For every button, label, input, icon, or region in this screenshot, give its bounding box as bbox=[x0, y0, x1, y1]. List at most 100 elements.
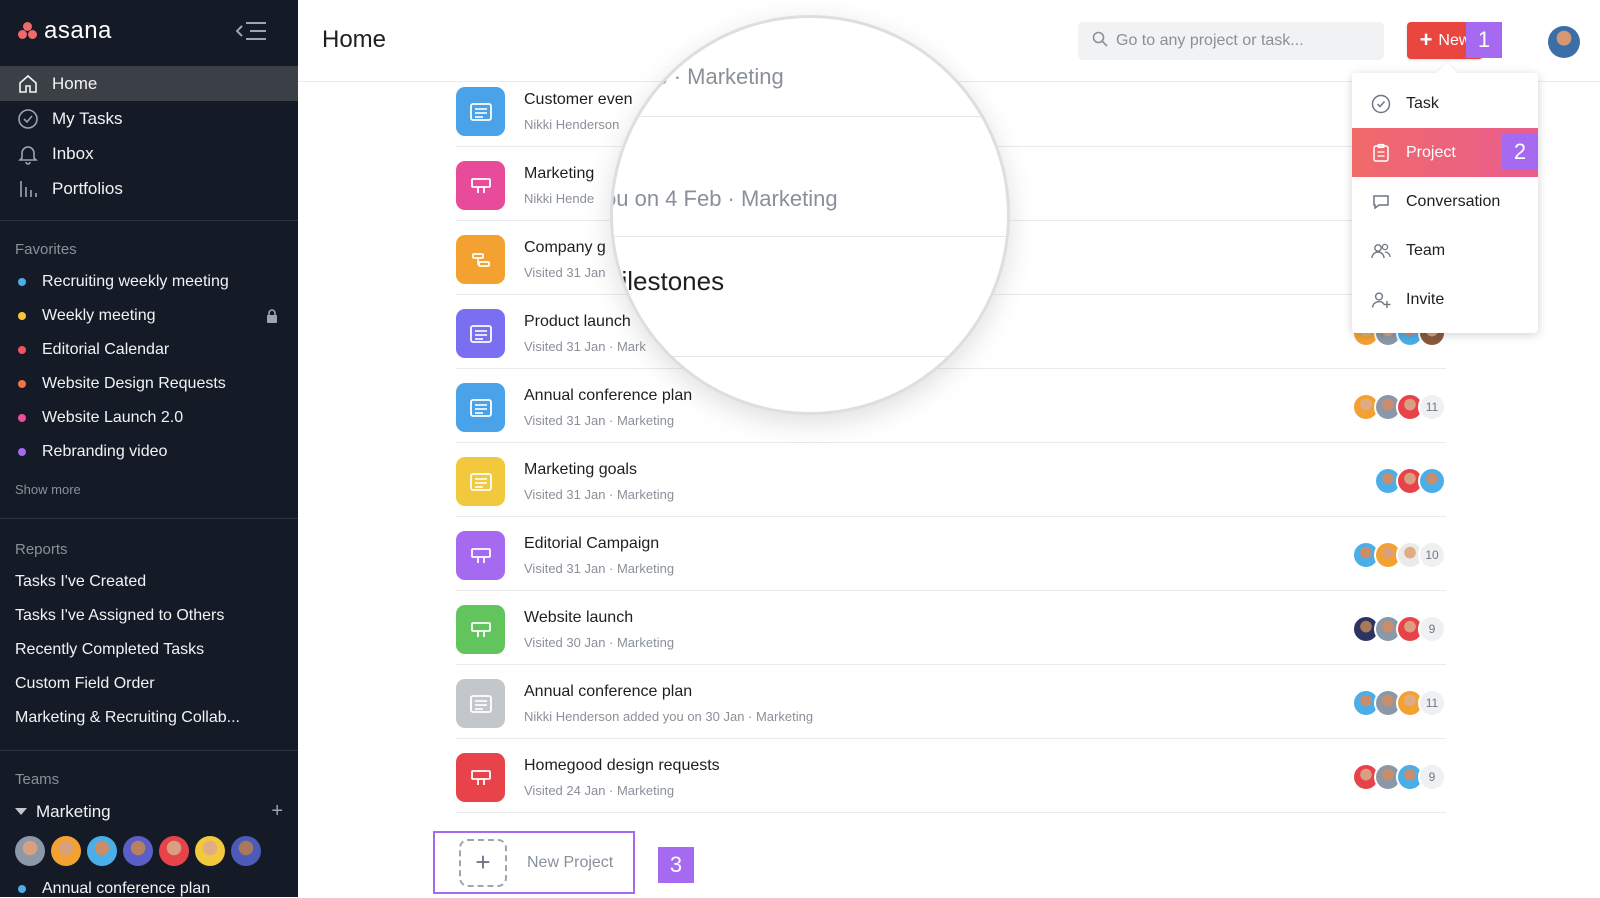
report-recently-completed[interactable]: Recently Completed Tasks bbox=[0, 633, 298, 667]
bar-chart-icon bbox=[16, 177, 40, 201]
project-row[interactable]: Annual conference plan Nikki Henderson a… bbox=[456, 665, 1446, 739]
favorite-website-design-requests[interactable]: Website Design Requests bbox=[0, 367, 298, 401]
brand-name: asana bbox=[44, 17, 112, 44]
avatar[interactable] bbox=[231, 836, 261, 866]
color-dot bbox=[18, 312, 26, 320]
favorite-weekly-meeting[interactable]: Weekly meeting bbox=[0, 299, 298, 333]
project-name: Company g bbox=[524, 239, 606, 256]
menu-label: Team bbox=[1406, 241, 1446, 259]
report-tasks-created[interactable]: Tasks I've Created bbox=[0, 565, 298, 599]
nav-item-portfolios[interactable]: Portfolios bbox=[0, 171, 298, 206]
team-project-item[interactable]: Annual conference plan bbox=[18, 880, 210, 898]
lock-icon bbox=[266, 309, 278, 328]
nav-item-home[interactable]: Home bbox=[0, 66, 298, 101]
page-title: Home bbox=[322, 26, 387, 53]
step-badge-1: 1 bbox=[1466, 22, 1502, 58]
nav-item-my-tasks[interactable]: My Tasks bbox=[0, 101, 298, 136]
magnified-divider bbox=[613, 116, 1007, 117]
caret-down-icon[interactable] bbox=[15, 808, 27, 815]
project-row[interactable]: Homegood design requests Visited 24 Jan … bbox=[456, 739, 1446, 813]
favorite-editorial-calendar[interactable]: Editorial Calendar bbox=[0, 333, 298, 367]
avatar[interactable] bbox=[51, 836, 81, 866]
menu-label: Project bbox=[1406, 143, 1456, 161]
magnifier-callout: n 5 Feb · Marketing you on 4 Feb · Marke… bbox=[610, 15, 1010, 415]
nav-label-home: Home bbox=[52, 73, 98, 93]
menu-label: Conversation bbox=[1406, 192, 1501, 210]
list-icon bbox=[456, 383, 505, 432]
team-members bbox=[15, 836, 261, 866]
speech-bubble-icon bbox=[1370, 191, 1392, 213]
teams-heading: Teams bbox=[15, 771, 60, 788]
nav-item-inbox[interactable]: Inbox bbox=[0, 136, 298, 171]
avatar[interactable] bbox=[195, 836, 225, 866]
menu-item-task[interactable]: Task bbox=[1352, 79, 1538, 128]
project-row[interactable]: Editorial Campaign Visited 31 Jan · Mark… bbox=[456, 517, 1446, 591]
member-count-badge[interactable]: 9 bbox=[1418, 763, 1446, 791]
board-icon bbox=[456, 531, 505, 580]
favorite-recruiting-weekly-meeting[interactable]: Recruiting weekly meeting bbox=[0, 265, 298, 299]
avatar[interactable] bbox=[1418, 467, 1446, 495]
add-member-icon[interactable]: + bbox=[271, 800, 283, 823]
favorite-rebranding-video[interactable]: Rebranding video bbox=[0, 435, 298, 469]
favorite-label: Editorial Calendar bbox=[42, 341, 170, 358]
report-tasks-assigned[interactable]: Tasks I've Assigned to Others bbox=[0, 599, 298, 633]
member-count-badge[interactable]: 11 bbox=[1418, 689, 1446, 717]
clipboard-icon bbox=[1370, 142, 1392, 164]
menu-item-conversation[interactable]: Conversation bbox=[1352, 177, 1538, 226]
favorite-label: Recruiting weekly meeting bbox=[42, 273, 229, 290]
project-name: Marketing bbox=[524, 165, 595, 182]
collapse-sidebar-icon[interactable] bbox=[235, 20, 268, 42]
project-members: 11 bbox=[1352, 689, 1446, 717]
favorite-website-launch-2[interactable]: Website Launch 2.0 bbox=[0, 401, 298, 435]
member-count-badge[interactable]: 10 bbox=[1418, 541, 1446, 569]
team-project-label: Annual conference plan bbox=[42, 880, 211, 897]
magnified-text: you on 4 Feb · Marketing bbox=[610, 186, 838, 211]
project-members: 10 bbox=[1352, 541, 1446, 569]
board-icon bbox=[456, 605, 505, 654]
user-avatar[interactable] bbox=[1548, 26, 1580, 58]
team-marketing[interactable]: Marketing + bbox=[15, 800, 283, 823]
project-row[interactable]: Annual conference plan Visited 31 Jan · … bbox=[456, 369, 1446, 443]
avatar[interactable] bbox=[15, 836, 45, 866]
asana-logo[interactable]: asana bbox=[18, 17, 112, 45]
member-count-badge[interactable]: 11 bbox=[1418, 393, 1446, 421]
menu-item-invite[interactable]: Invite bbox=[1352, 275, 1538, 324]
sidebar-divider bbox=[0, 518, 298, 519]
project-meta: Visited 31 Jan · Marketing bbox=[524, 561, 675, 576]
avatar[interactable] bbox=[159, 836, 189, 866]
project-members: 11 bbox=[1352, 393, 1446, 421]
project-row[interactable]: Website launch Visited 30 Jan · Marketin… bbox=[456, 591, 1446, 665]
project-meta: Visited 31 Jan · Marketing bbox=[524, 487, 675, 502]
project-name: Editorial Campaign bbox=[524, 535, 660, 552]
member-count-badge[interactable]: 9 bbox=[1418, 615, 1446, 643]
new-project-tile[interactable]: + New Project bbox=[433, 831, 635, 894]
magnified-divider bbox=[613, 356, 1007, 357]
nav-label-portfolios: Portfolios bbox=[52, 178, 123, 198]
nav-label-inbox: Inbox bbox=[52, 143, 94, 163]
project-row[interactable]: Marketing goals Visited 31 Jan · Marketi… bbox=[456, 443, 1446, 517]
check-circle-icon bbox=[1370, 93, 1392, 115]
menu-item-project[interactable]: Project 2 bbox=[1352, 128, 1538, 177]
menu-item-team[interactable]: Team bbox=[1352, 226, 1538, 275]
avatar[interactable] bbox=[123, 836, 153, 866]
project-meta: Visited 31 Jan · Mark bbox=[524, 339, 646, 354]
project-members bbox=[1374, 467, 1446, 495]
new-project-label: New Project bbox=[527, 853, 614, 871]
report-custom-field-order[interactable]: Custom Field Order bbox=[0, 667, 298, 701]
favorites-heading: Favorites bbox=[15, 241, 77, 258]
plus-icon: + bbox=[1419, 26, 1433, 52]
favorite-label: Weekly meeting bbox=[42, 307, 156, 324]
step-badge-3: 3 bbox=[658, 847, 694, 883]
check-circle-icon bbox=[16, 107, 40, 131]
menu-label: Task bbox=[1406, 94, 1439, 112]
project-meta: Visited 31 Jan · Marketing bbox=[524, 413, 675, 428]
board-icon bbox=[456, 161, 505, 210]
new-menu-dropdown: Task Project 2 Conversation Team Invite bbox=[1352, 73, 1538, 333]
reports-heading: Reports bbox=[15, 541, 68, 558]
avatar[interactable] bbox=[87, 836, 117, 866]
search-input[interactable] bbox=[1116, 32, 1366, 50]
search-bar[interactable] bbox=[1078, 22, 1384, 60]
report-marketing-recruiting[interactable]: Marketing & Recruiting Collab... bbox=[0, 701, 298, 735]
add-icon: + bbox=[459, 838, 507, 887]
show-more-link[interactable]: Show more bbox=[15, 482, 81, 497]
